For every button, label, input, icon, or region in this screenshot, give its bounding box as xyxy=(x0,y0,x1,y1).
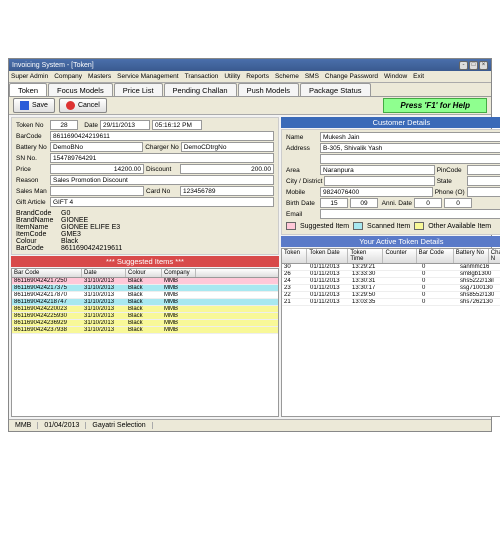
table-row[interactable]: 861169042421737531/10/2013BlackMMB xyxy=(12,285,278,292)
menu-item[interactable]: SMS xyxy=(305,73,319,80)
customer-header: Customer Details xyxy=(281,117,500,128)
price-input[interactable] xyxy=(50,164,144,174)
menu-item[interactable]: Scheme xyxy=(275,73,299,80)
date-input[interactable] xyxy=(100,120,150,130)
address-input[interactable] xyxy=(320,143,500,153)
address2-input[interactable] xyxy=(320,154,500,164)
help-hint: Press 'F1' for Help xyxy=(383,98,487,113)
table-row[interactable]: 861169042421874731/10/2013BlackMMB xyxy=(12,299,278,306)
maximize-icon[interactable]: □ xyxy=(469,61,478,70)
salesman-input[interactable] xyxy=(50,186,144,196)
menu-item[interactable]: Super Admin xyxy=(11,73,48,80)
bd-input[interactable] xyxy=(320,198,348,208)
pincode-input[interactable] xyxy=(467,165,500,175)
area-input[interactable] xyxy=(320,165,435,175)
am-input[interactable] xyxy=(444,198,472,208)
charger-input[interactable] xyxy=(181,142,274,152)
table-row[interactable]: 3001/11/201313:29:210sanmmc16 xyxy=(282,264,500,271)
ad-input[interactable] xyxy=(414,198,442,208)
city-input[interactable] xyxy=(324,176,434,186)
tab[interactable]: Pending Challan xyxy=(164,83,237,96)
mobile-input[interactable] xyxy=(320,187,433,197)
save-icon xyxy=(20,101,29,110)
suggested-header: *** Suggested Items *** xyxy=(11,256,279,267)
menu-item[interactable]: Reports xyxy=(246,73,269,80)
cardno-input[interactable] xyxy=(180,186,274,196)
token-no-input[interactable] xyxy=(50,120,78,130)
bm-input[interactable] xyxy=(350,198,378,208)
discount-input[interactable] xyxy=(180,164,274,174)
time-input[interactable] xyxy=(152,120,202,130)
state-input[interactable] xyxy=(467,176,500,186)
tabbar: TokenFocus ModelsPrice ListPending Chall… xyxy=(9,83,491,97)
token-form: Token NoDate BarCode Battery NoCharger N… xyxy=(11,117,279,255)
cancel-button[interactable]: Cancel xyxy=(59,98,107,113)
barcode-input[interactable] xyxy=(50,131,274,141)
suggested-grid[interactable]: Bar CodeDateColourCompany 86116904242172… xyxy=(11,268,279,417)
cancel-icon xyxy=(66,101,75,110)
menu-item[interactable]: Utility xyxy=(224,73,240,80)
menu-item[interactable]: Exit xyxy=(413,73,424,80)
menu-item[interactable]: Company xyxy=(54,73,82,80)
swatch xyxy=(353,222,363,230)
gift-input[interactable] xyxy=(50,197,274,207)
minimize-icon[interactable]: - xyxy=(459,61,468,70)
reason-input[interactable] xyxy=(50,175,274,185)
tab[interactable]: Token xyxy=(9,83,47,96)
battery-input[interactable] xyxy=(50,142,143,152)
statusbar: MMB01/04/2013Gayatri Selection xyxy=(9,419,491,431)
active-token-header: Your Active Token Details xyxy=(281,236,500,247)
legend: Suggested ItemScanned ItemOther Availabl… xyxy=(284,220,500,232)
table-row[interactable]: 2201/11/201313:29:500shs8552/130 xyxy=(282,292,500,299)
menu-item[interactable]: Window xyxy=(384,73,407,80)
swatch xyxy=(414,222,424,230)
close-icon[interactable]: × xyxy=(479,61,488,70)
tab[interactable]: Package Status xyxy=(300,83,371,96)
table-row[interactable]: 861169042422002331/10/2013BlackMMB xyxy=(12,306,278,313)
phone-input[interactable] xyxy=(467,187,500,197)
menubar: Super Admin Company Masters Service Managem… xyxy=(9,71,491,83)
table-row[interactable]: 2101/11/201313:03:350shs7262130 xyxy=(282,299,500,306)
tab[interactable]: Price List xyxy=(114,83,163,96)
titlebar: Invoicing System - [Token] - □ × xyxy=(9,59,491,71)
menu-item[interactable]: Service Management xyxy=(117,73,178,80)
tab[interactable]: Push Models xyxy=(238,83,299,96)
sn-input[interactable] xyxy=(50,153,274,163)
table-row[interactable]: 861169042423793831/10/2013BlackMMB xyxy=(12,327,278,334)
tab[interactable]: Focus Models xyxy=(48,83,113,96)
swatch xyxy=(286,222,296,230)
app-title: Invoicing System - [Token] xyxy=(12,62,94,69)
table-row[interactable]: 2301/11/201313:30:170ssg7100130 xyxy=(282,285,500,292)
menu-item[interactable]: Transaction xyxy=(185,73,219,80)
email-input[interactable] xyxy=(320,209,500,219)
toolbar: Save Cancel Press 'F1' for Help xyxy=(9,97,491,115)
menu-item[interactable]: Change Password xyxy=(325,73,378,80)
name-input[interactable] xyxy=(320,132,500,142)
table-row[interactable]: 2601/11/201313:33:300sm8gb1300 xyxy=(282,271,500,278)
active-token-grid[interactable]: TokenToken DateToken TimeCounterBar Code… xyxy=(281,248,500,417)
table-row[interactable]: 861169042422593031/10/2013BlackMMB xyxy=(12,313,278,320)
table-row[interactable]: 2401/11/201313:30:310shs5222/13il xyxy=(282,278,500,285)
customer-form: Name Address AreaPinCode City / District… xyxy=(281,129,500,235)
table-row[interactable]: 861169042423692931/10/2013BlackMMB xyxy=(12,320,278,327)
table-row[interactable]: 861169042421787031/10/2013BlackMMB xyxy=(12,292,278,299)
table-row[interactable]: 861169042421725031/10/2013BlackMMB xyxy=(12,278,278,285)
save-button[interactable]: Save xyxy=(13,98,55,113)
menu-item[interactable]: Masters xyxy=(88,73,111,80)
